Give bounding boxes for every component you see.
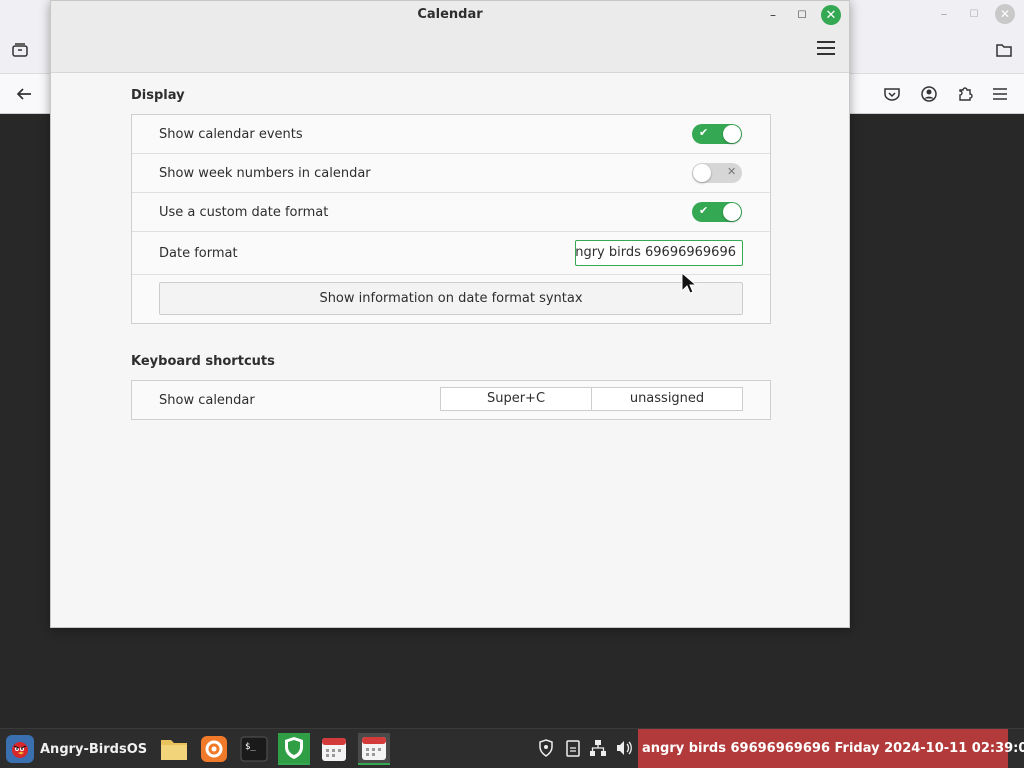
date-format-label: Date format (159, 246, 238, 261)
close-icon[interactable]: ✕ (995, 4, 1015, 24)
custom-format-row: Use a custom date format ✔ (132, 193, 770, 232)
shortcuts-frame: Show calendar Super+C unassigned (131, 380, 771, 420)
menu-icon[interactable] (990, 84, 1010, 104)
start-menu-button[interactable]: Angry-BirdsOS (0, 729, 148, 768)
network-icon[interactable] (589, 739, 607, 761)
custom-format-switch[interactable]: ✔ (692, 202, 742, 222)
start-label: Angry-BirdsOS (40, 741, 148, 757)
show-events-label: Show calendar events (159, 127, 303, 142)
secondary-shortcut-cell[interactable]: unassigned (591, 387, 743, 411)
switch-knob (723, 203, 741, 221)
shortcuts-section-title: Keyboard shortcuts (131, 354, 275, 369)
terminal-icon[interactable]: $_ (238, 733, 270, 765)
date-format-row: Date format ngry birds 69696969696 (132, 232, 770, 275)
folder-icon[interactable] (158, 733, 190, 765)
clipboard-icon[interactable] (566, 739, 580, 761)
show-events-switch[interactable]: ✔ (692, 124, 742, 144)
title-bar: Calendar – ☐ ✕ (51, 1, 849, 73)
back-arrow-icon[interactable] (14, 84, 34, 104)
mouse-pointer-icon (681, 271, 698, 298)
switch-knob (723, 125, 741, 143)
date-format-value: ngry birds 69696969696 (575, 245, 736, 260)
account-icon[interactable] (919, 84, 939, 104)
svg-text:$_: $_ (245, 742, 256, 752)
week-numbers-switch[interactable]: ✕ (692, 163, 742, 183)
angry-bird-logo-icon (6, 735, 34, 763)
maximize-icon[interactable]: ☐ (966, 6, 982, 22)
minimize-button[interactable]: – (763, 5, 783, 25)
display-frame: Show calendar events ✔ Show week numbers… (131, 114, 771, 324)
extensions-icon[interactable] (955, 84, 975, 104)
security-shield-icon[interactable] (538, 739, 554, 761)
calendar-icon[interactable] (358, 733, 390, 765)
calendar-icon[interactable] (318, 733, 350, 765)
pocket-icon[interactable] (882, 84, 902, 104)
week-numbers-label: Show week numbers in calendar (159, 166, 371, 181)
show-calendar-label: Show calendar (159, 393, 255, 408)
folder-icon[interactable] (994, 40, 1014, 60)
shield-icon[interactable] (278, 733, 310, 765)
tab-overview-icon[interactable] (10, 40, 30, 60)
firefox-icon[interactable] (198, 733, 230, 765)
date-format-input[interactable]: ngry birds 69696969696 (575, 240, 743, 266)
hamburger-menu-icon[interactable] (817, 41, 835, 55)
check-icon: ✔ (699, 204, 709, 217)
date-format-info-button[interactable]: Show information on date format syntax (159, 282, 743, 315)
week-numbers-row: Show week numbers in calendar ✕ (132, 154, 770, 193)
clock[interactable]: angry birds 69696969696 Friday 2024-10-1… (638, 729, 1024, 768)
window-title: Calendar (417, 7, 483, 22)
custom-format-label: Use a custom date format (159, 205, 329, 220)
check-icon: ✔ (699, 126, 709, 139)
maximize-button[interactable]: ☐ (792, 5, 812, 25)
primary-shortcut-cell[interactable]: Super+C (440, 387, 592, 411)
calendar-settings-window: Calendar – ☐ ✕ Display Show calendar eve… (50, 0, 850, 628)
volume-icon[interactable] (615, 739, 633, 761)
close-button[interactable]: ✕ (821, 5, 841, 25)
taskbar: Angry-BirdsOS $_ angry birds 69696969696… (0, 728, 1024, 768)
show-events-row: Show calendar events ✔ (132, 115, 770, 154)
display-section-title: Display (131, 88, 185, 103)
switch-knob (693, 164, 711, 182)
minimize-icon[interactable]: – (936, 6, 952, 22)
cross-icon: ✕ (727, 165, 737, 178)
